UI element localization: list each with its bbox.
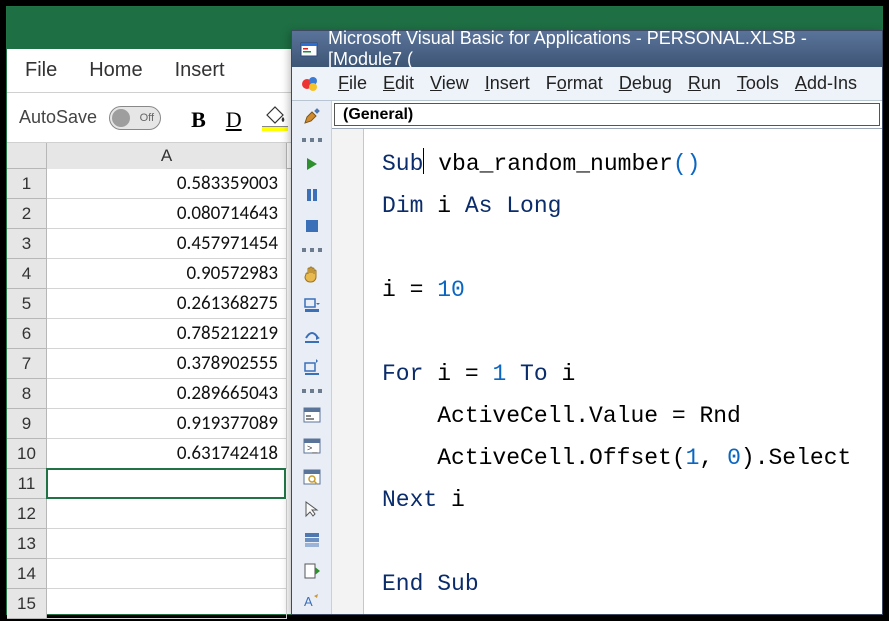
code-gutter bbox=[332, 129, 364, 614]
row-header[interactable]: 6 bbox=[7, 319, 47, 349]
row-header[interactable]: 3 bbox=[7, 229, 47, 259]
row-header[interactable]: 2 bbox=[7, 199, 47, 229]
cell-a8[interactable]: 0.289665043 bbox=[47, 379, 287, 409]
quick-watch-icon[interactable] bbox=[298, 497, 326, 520]
cell-a4[interactable]: 0.90572983 bbox=[47, 259, 287, 289]
select-all-corner[interactable] bbox=[7, 143, 47, 169]
toggle-knob bbox=[112, 109, 130, 127]
run-button[interactable] bbox=[298, 152, 326, 175]
cell-a15[interactable] bbox=[47, 589, 287, 619]
hand-icon[interactable] bbox=[298, 262, 326, 285]
cell-a1[interactable]: 0.583359003 bbox=[47, 169, 287, 199]
toggle-bookmark-icon[interactable]: A bbox=[298, 591, 326, 614]
code-editor[interactable]: Sub vba_random_number() Dim i As Long i … bbox=[364, 129, 882, 614]
row-header[interactable]: 9 bbox=[7, 409, 47, 439]
ribbon-tab-insert[interactable]: Insert bbox=[175, 59, 225, 82]
cell-a2[interactable]: 0.080714643 bbox=[47, 199, 287, 229]
cell-a5[interactable]: 0.261368275 bbox=[47, 289, 287, 319]
vba-menu-run[interactable]: Run bbox=[688, 73, 721, 94]
svg-text:>_: >_ bbox=[307, 443, 318, 453]
toolbar-divider bbox=[302, 138, 322, 142]
toolbar-divider bbox=[302, 248, 322, 252]
vba-menu-view[interactable]: View bbox=[430, 73, 469, 94]
cell-a6[interactable]: 0.785212219 bbox=[47, 319, 287, 349]
immediate-window-icon[interactable]: >_ bbox=[298, 434, 326, 457]
cell-a9[interactable]: 0.919377089 bbox=[47, 409, 287, 439]
vba-menubar: File Edit View Insert Format Debug Run T… bbox=[292, 67, 882, 101]
autosave-label: AutoSave bbox=[19, 107, 97, 128]
vba-menu-debug[interactable]: Debug bbox=[619, 73, 672, 94]
row-header[interactable]: 12 bbox=[7, 499, 47, 529]
row-header[interactable]: 4 bbox=[7, 259, 47, 289]
vba-app-icon bbox=[300, 40, 318, 58]
vba-code-area: Sub vba_random_number() Dim i As Long i … bbox=[332, 129, 882, 614]
paint-bucket-icon bbox=[262, 105, 288, 125]
ribbon-tab-home[interactable]: Home bbox=[89, 59, 142, 82]
row-header[interactable]: 1 bbox=[7, 169, 47, 199]
step-over-icon[interactable] bbox=[298, 325, 326, 348]
cell-a7[interactable]: 0.378902555 bbox=[47, 349, 287, 379]
row-header[interactable]: 13 bbox=[7, 529, 47, 559]
row-header[interactable]: 5 bbox=[7, 289, 47, 319]
cell-a3[interactable]: 0.457971454 bbox=[47, 229, 287, 259]
vba-menu-tools[interactable]: Tools bbox=[737, 73, 779, 94]
watch-window-icon[interactable] bbox=[298, 466, 326, 489]
cell-a12[interactable] bbox=[47, 499, 287, 529]
fill-color-button[interactable] bbox=[262, 105, 288, 131]
cell-a10[interactable]: 0.631742418 bbox=[47, 439, 287, 469]
vba-menu-addins[interactable]: Add-Ins bbox=[795, 73, 857, 94]
design-mode-button[interactable] bbox=[298, 105, 326, 128]
autosave-toggle[interactable]: Off bbox=[109, 106, 161, 130]
column-header-a[interactable]: A bbox=[47, 143, 287, 169]
compile-icon[interactable] bbox=[298, 559, 326, 582]
vba-menu-file[interactable]: File bbox=[338, 73, 367, 94]
vba-main-panel: (General) Sub vba_random_number() Dim i … bbox=[332, 101, 882, 614]
vba-menu-insert[interactable]: Insert bbox=[485, 73, 530, 94]
row-header[interactable]: 10 bbox=[7, 439, 47, 469]
toolbar-divider bbox=[302, 389, 322, 393]
vba-title-text: Microsoft Visual Basic for Applications … bbox=[328, 28, 882, 70]
svg-text:A: A bbox=[304, 594, 313, 609]
vba-titlebar[interactable]: Microsoft Visual Basic for Applications … bbox=[292, 31, 882, 67]
row-header[interactable]: 14 bbox=[7, 559, 47, 589]
vba-procedure-bar: (General) bbox=[332, 101, 882, 129]
vba-doc-icon[interactable] bbox=[300, 73, 322, 95]
row-header[interactable]: 8 bbox=[7, 379, 47, 409]
call-stack-icon[interactable] bbox=[298, 528, 326, 551]
row-header[interactable]: 15 bbox=[7, 589, 47, 619]
ribbon-tab-file[interactable]: File bbox=[25, 59, 57, 82]
underline-button[interactable]: D bbox=[226, 109, 242, 131]
step-into-icon[interactable] bbox=[298, 293, 326, 316]
vba-window: Microsoft Visual Basic for Applications … bbox=[291, 30, 883, 615]
vba-debug-toolbar: >_ A bbox=[292, 101, 332, 614]
autosave-state: Off bbox=[140, 112, 154, 124]
row-header[interactable]: 11 bbox=[7, 469, 47, 499]
locals-window-icon[interactable] bbox=[298, 403, 326, 426]
pause-button[interactable] bbox=[298, 184, 326, 207]
vba-menu-edit[interactable]: Edit bbox=[383, 73, 414, 94]
cell-a14[interactable] bbox=[47, 559, 287, 589]
step-out-icon[interactable] bbox=[298, 356, 326, 379]
stop-button[interactable] bbox=[298, 215, 326, 238]
row-header[interactable]: 7 bbox=[7, 349, 47, 379]
vba-menu-format[interactable]: Format bbox=[546, 73, 603, 94]
object-dropdown[interactable]: (General) bbox=[334, 103, 880, 126]
cell-a11[interactable] bbox=[46, 468, 286, 499]
fill-color-swatch bbox=[262, 126, 288, 131]
bold-button[interactable]: B bbox=[191, 109, 206, 131]
cell-a13[interactable] bbox=[47, 529, 287, 559]
font-format-group: B D bbox=[191, 105, 288, 131]
